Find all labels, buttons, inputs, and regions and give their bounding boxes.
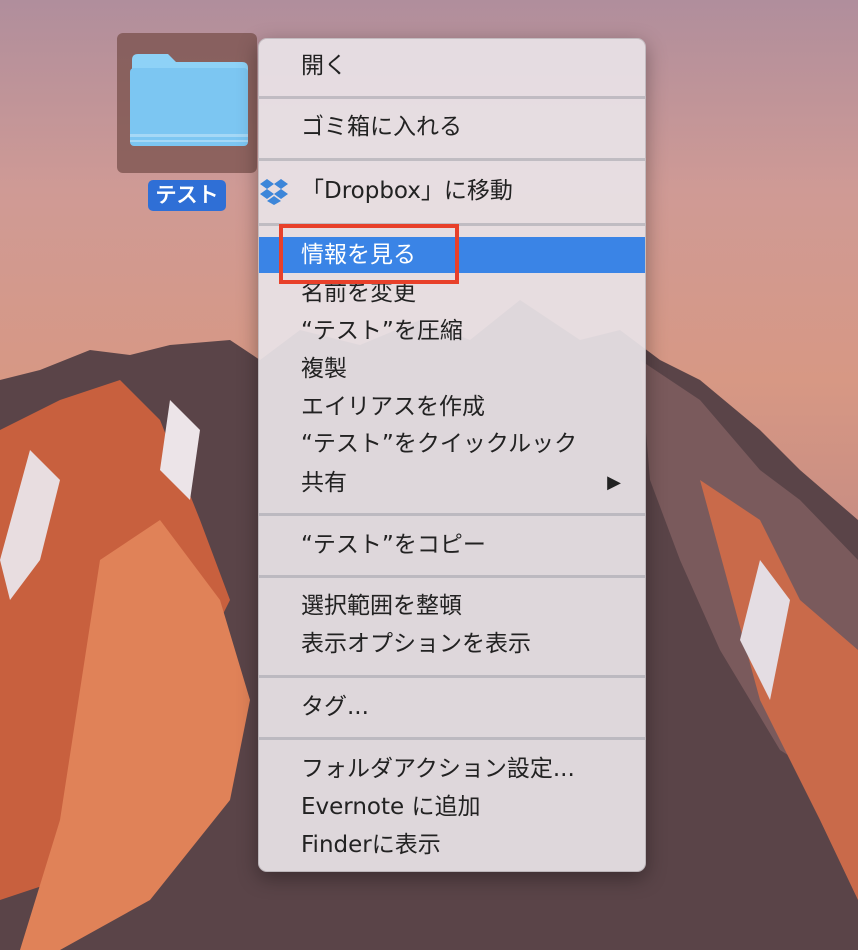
menu-item-make-alias[interactable]: エイリアスを作成 (259, 389, 645, 425)
menu-item-compress[interactable]: “テスト”を圧縮 (259, 313, 645, 349)
annotation-highlight-box (279, 224, 459, 284)
menu-item-open[interactable]: 開く (259, 48, 645, 84)
context-menu: 開く ゴミ箱に入れる 「Dropbox」に移動 情報を見る 名前を変更 “テスト… (258, 38, 646, 872)
menu-separator (259, 737, 645, 740)
menu-item-clean-up-selection[interactable]: 選択範囲を整頓 (259, 588, 645, 624)
menu-item-copy[interactable]: “テスト”をコピー (259, 527, 645, 563)
menu-separator (259, 96, 645, 99)
folder-icon[interactable] (130, 54, 248, 146)
folder-name-label[interactable]: テスト (148, 180, 226, 211)
menu-item-move-to-dropbox[interactable]: 「Dropbox」に移動 (259, 173, 645, 209)
menu-item-show-view-options[interactable]: 表示オプションを表示 (259, 626, 645, 662)
menu-item-move-to-trash[interactable]: ゴミ箱に入れる (259, 109, 645, 145)
submenu-arrow-icon: ▶ (607, 472, 621, 493)
menu-separator (259, 675, 645, 678)
menu-item-add-to-evernote[interactable]: Evernote に追加 (259, 789, 645, 825)
menu-separator (259, 513, 645, 516)
menu-item-tags[interactable]: タグ... (259, 689, 645, 725)
menu-item-label: 共有 (301, 470, 347, 496)
menu-item-quick-look[interactable]: “テスト”をクイックルック (259, 426, 645, 462)
menu-item-label: 「Dropbox」に移動 (301, 178, 513, 204)
menu-separator (259, 575, 645, 578)
menu-item-share[interactable]: 共有 ▶ (259, 465, 645, 501)
menu-item-reveal-in-finder[interactable]: Finderに表示 (259, 827, 645, 863)
menu-item-folder-actions-setup[interactable]: フォルダアクション設定... (259, 751, 645, 787)
dropbox-icon (260, 178, 288, 205)
menu-separator (259, 158, 645, 161)
menu-item-duplicate[interactable]: 複製 (259, 351, 645, 387)
